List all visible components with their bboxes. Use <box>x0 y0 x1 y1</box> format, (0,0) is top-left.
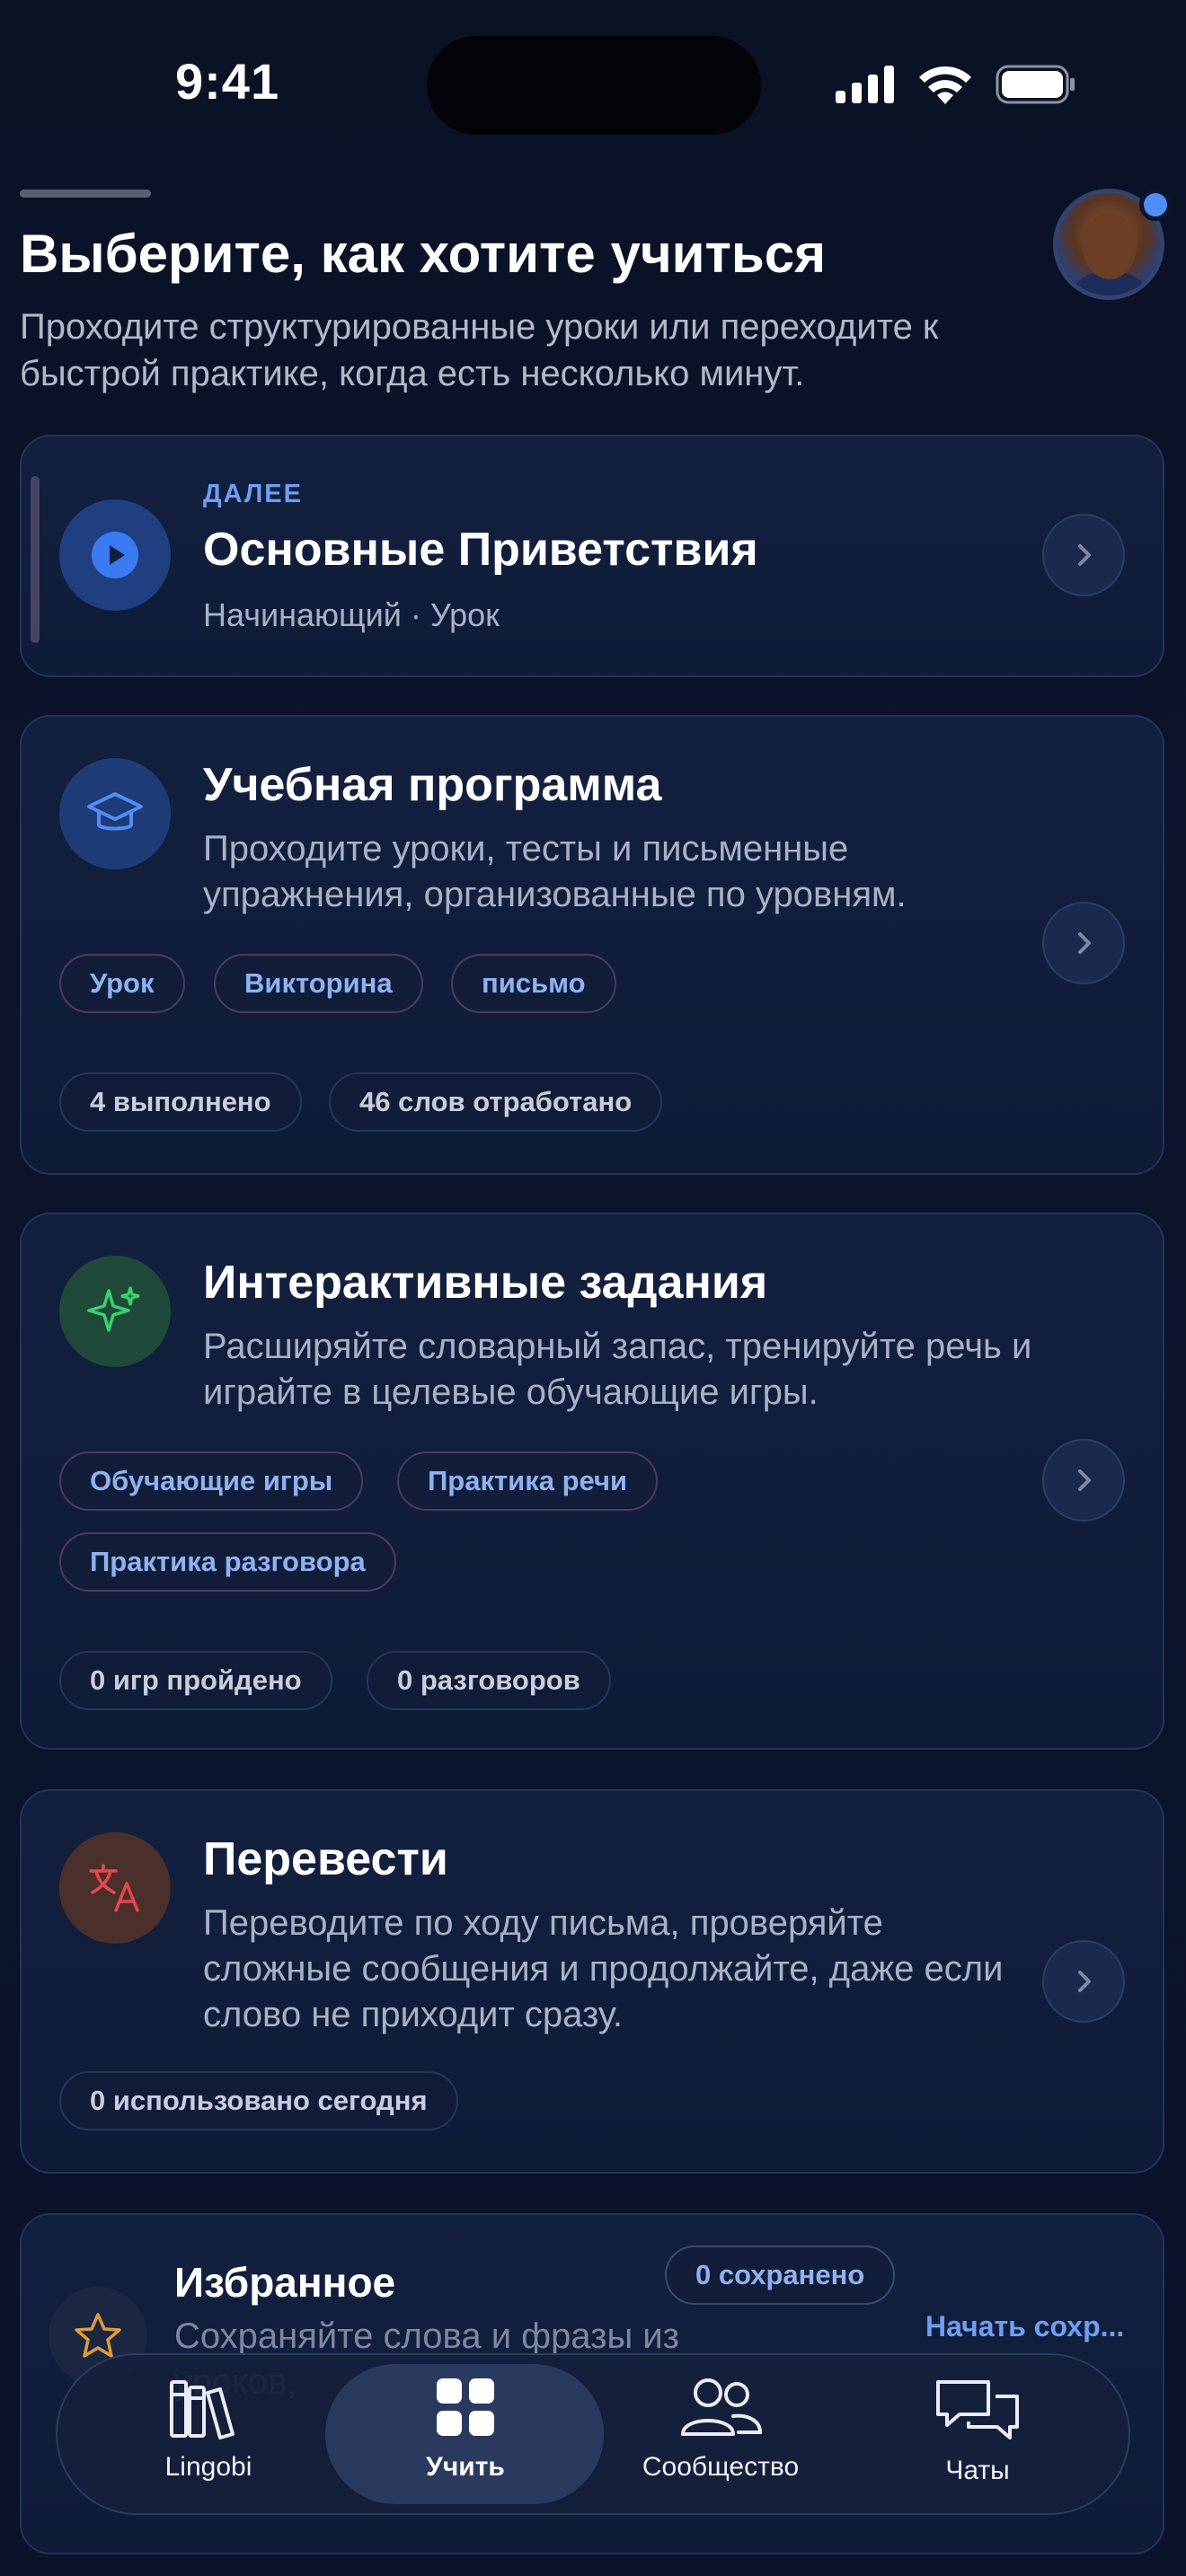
tab-label: Lingobi <box>164 2452 252 2482</box>
community-icon <box>681 2378 763 2436</box>
translate-title: Перевести <box>203 1833 448 1885</box>
favorites-start-saving-link[interactable]: Начать сохр... <box>925 2310 1124 2343</box>
tab-chats[interactable]: Чаты <box>861 2375 1094 2486</box>
curriculum-card[interactable]: Учебная программа Проходите уроки, тесты… <box>20 715 1164 1175</box>
favorites-title: Избранное <box>174 2259 396 2306</box>
stat-used-today: 0 использовано сегодня <box>59 2071 458 2130</box>
curriculum-title: Учебная программа <box>203 759 662 811</box>
tab-community[interactable]: Сообщество <box>604 2375 837 2483</box>
sparkles-icon <box>59 1256 171 1367</box>
interactive-title: Интерактивные задания <box>203 1257 768 1309</box>
tag-writing[interactable]: письмо <box>451 954 616 1013</box>
favorites-saved-badge: 0 сохранено <box>665 2245 896 2305</box>
page-title: Выберите, как хотите учиться <box>20 224 827 284</box>
curriculum-chevron-button[interactable] <box>1042 902 1125 984</box>
tag-conversation-practice[interactable]: Практика разговора <box>59 1532 396 1592</box>
tab-label: Сообщество <box>642 2452 800 2482</box>
translate-description: Переводите по ходу письма, проверяйте сл… <box>203 1903 1004 2034</box>
status-time: 9:41 <box>175 53 280 110</box>
chevron-right-icon <box>1078 1469 1091 1491</box>
wifi-icon <box>919 66 971 104</box>
status-bar: 9:41 <box>0 0 1186 171</box>
translate-icon <box>59 1832 171 1944</box>
battery-icon <box>996 65 1075 104</box>
stat-games-completed: 0 игр пройдено <box>59 1651 332 1710</box>
translate-chevron-button[interactable] <box>1042 1940 1125 2023</box>
tab-label: Чаты <box>945 2456 1010 2485</box>
grid-icon <box>437 2378 494 2436</box>
tag-quiz[interactable]: Викторина <box>214 954 423 1013</box>
interactive-card[interactable]: Интерактивные задания Расширяйте словарн… <box>20 1213 1164 1750</box>
chevron-right-icon <box>1078 932 1091 954</box>
tab-learn[interactable]: Учить <box>349 2375 582 2483</box>
stat-words-practiced: 46 слов отработано <box>329 1072 663 1132</box>
tab-label: Учить <box>426 2452 505 2482</box>
page-subtitle: Проходите структурированные уроки или пе… <box>20 307 939 393</box>
curriculum-description: Проходите уроки, тесты и письменные упра… <box>203 829 907 914</box>
signal-icon <box>836 66 894 103</box>
chevron-right-icon <box>1078 544 1091 566</box>
play-icon <box>59 499 171 611</box>
stat-completed: 4 выполнено <box>59 1072 302 1132</box>
status-icons <box>836 65 1076 104</box>
next-lesson-eyebrow: ДАЛЕЕ <box>203 480 303 508</box>
tag-learning-games[interactable]: Обучающие игры <box>59 1451 364 1511</box>
chevron-right-icon <box>1078 1971 1091 1992</box>
next-lesson-chevron-button[interactable] <box>1042 514 1125 596</box>
tag-speech-practice[interactable]: Практика речи <box>397 1451 659 1511</box>
next-lesson-card[interactable]: ДАЛЕЕ Основные Приветствия Начинающий · … <box>20 435 1164 677</box>
tab-lingobi[interactable]: Lingobi <box>92 2375 325 2483</box>
stat-conversations: 0 разговоров <box>367 1651 611 1710</box>
chat-icon <box>936 2380 1019 2439</box>
tag-lesson[interactable]: Урок <box>59 954 185 1013</box>
translate-card[interactable]: Перевести Переводите по ходу письма, про… <box>20 1789 1164 2174</box>
notification-dot <box>1139 189 1172 221</box>
next-lesson-title: Основные Приветствия <box>203 524 758 576</box>
next-lesson-meta: Начинающий · Урок <box>203 596 500 633</box>
tab-bar: Lingobi Учить Сообщество Чаты <box>56 2353 1130 2515</box>
dynamic-island <box>427 36 761 135</box>
library-icon <box>170 2380 235 2439</box>
card-accent-bar <box>31 476 40 643</box>
graduation-cap-icon <box>59 758 171 869</box>
avatar-face <box>1083 213 1137 279</box>
interactive-description: Расширяйте словарный запас, тренируйте р… <box>203 1327 1032 1412</box>
interactive-chevron-button[interactable] <box>1042 1439 1125 1522</box>
drag-handle[interactable] <box>20 190 151 198</box>
